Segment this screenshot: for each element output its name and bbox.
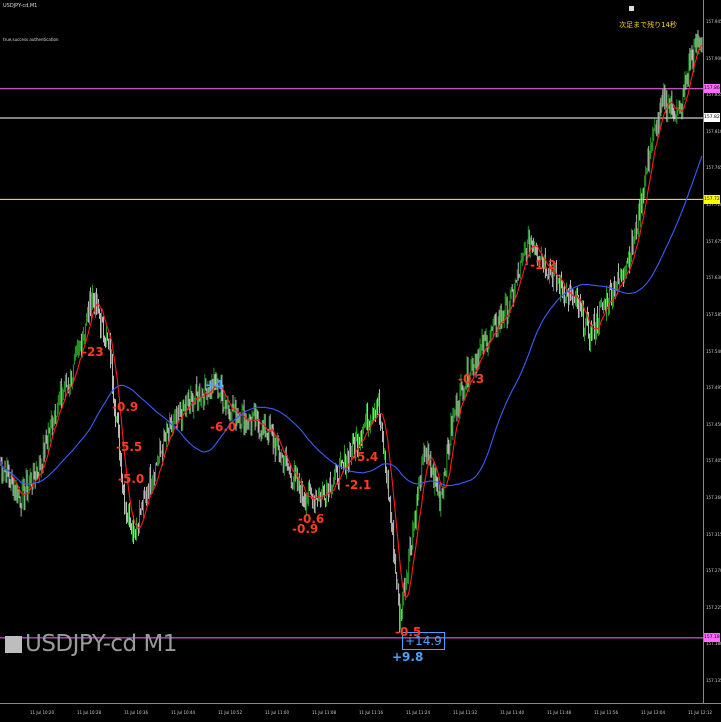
auth-message: true,success authentication [3, 37, 59, 42]
time-scale[interactable]: 11 Jul 10:20 11 Jul 10:28 11 Jul 10:36 11 J… [0, 703, 721, 722]
signal-label: +4 [205, 378, 224, 392]
candles [0, 30, 703, 633]
price-level-badge: 157.827 [704, 113, 721, 123]
price-level-badge: 157.863 [704, 84, 721, 94]
price-tick-label: 157.360 [706, 494, 721, 500]
time-tick-label: 11 Jul 11:24 [406, 710, 430, 715]
time-tick-label: 11 Jul 10:44 [171, 710, 195, 715]
signal-label: -0.3 [458, 372, 485, 386]
time-tick-label: 11 Jul 11:16 [359, 710, 383, 715]
signal-label: -1.2 [530, 258, 557, 272]
time-tick-label: 11 Jul 10:28 [77, 710, 101, 715]
price-tick-label: 157.810 [706, 128, 721, 134]
chart-area[interactable]: USDJPY-cd,M1 true,success authentication… [0, 0, 703, 703]
chart-shift-marker[interactable] [629, 6, 634, 11]
symbol-tag: USDJPY-cd,M1 [3, 3, 38, 9]
price-tick-label: 157.900 [706, 55, 721, 61]
signal-label: -5.4 [352, 450, 379, 464]
price-tick-label: 157.135 [706, 678, 721, 684]
time-tick-label: 11 Jul 12:12 [688, 710, 712, 715]
time-tick-label: 11 Jul 11:00 [265, 710, 289, 715]
price-scale[interactable]: 157.945 157.900 157.855 157.810 157.765 157.7… [703, 0, 721, 703]
price-chart[interactable] [0, 0, 703, 703]
price-tick-label: 157.765 [706, 165, 721, 171]
price-tick-label: 157.630 [706, 275, 721, 281]
price-tick-label: 157.675 [706, 238, 721, 244]
symbol-watermark: USDJPY-cd M1 [5, 631, 177, 657]
price-tick-label: 157.315 [706, 531, 721, 537]
price-tick-label: 157.585 [706, 311, 721, 317]
time-tick-label: 11 Jul 11:56 [594, 710, 618, 715]
price-tick-label: 157.495 [706, 385, 721, 391]
time-tick-label: 11 Jul 10:36 [124, 710, 148, 715]
time-tick-label: 11 Jul 10:20 [30, 710, 54, 715]
price-tick-label: 157.405 [706, 458, 721, 464]
signal-label: -2.1 [345, 478, 372, 492]
countdown-text: 次足まで残り14秒 [619, 21, 677, 29]
time-tick-label: 11 Jul 11:40 [500, 710, 524, 715]
price-level-badge: 157.188 [704, 633, 721, 643]
signal-label: -6.0 [210, 420, 237, 434]
price-tick-label: 157.225 [706, 604, 721, 610]
chart-icon [5, 636, 22, 653]
signal-label: -0.5 [395, 625, 422, 639]
time-tick-label: 11 Jul 10:52 [218, 710, 242, 715]
price-tick-label: 157.270 [706, 568, 721, 574]
watermark-text: USDJPY-cd M1 [25, 631, 177, 657]
time-tick-label: 11 Jul 11:48 [547, 710, 571, 715]
signal-label: -5.0 [118, 472, 145, 486]
price-level-badge: 157.727 [704, 194, 721, 204]
signal-label: +9.8 [392, 650, 424, 664]
price-tick-label: 157.540 [706, 348, 721, 354]
signal-label: -23 [82, 345, 104, 359]
time-tick-label: 11 Jul 12:04 [641, 710, 665, 715]
signal-label: -0.9 [112, 400, 139, 414]
signal-label: -5.5 [116, 440, 143, 454]
time-tick-label: 11 Jul 11:32 [453, 710, 477, 715]
signal-label: -0.6 [298, 512, 325, 526]
price-tick-label: 157.450 [706, 421, 721, 427]
price-tick-label: 157.945 [706, 18, 721, 24]
time-tick-label: 11 Jul 11:08 [312, 710, 336, 715]
